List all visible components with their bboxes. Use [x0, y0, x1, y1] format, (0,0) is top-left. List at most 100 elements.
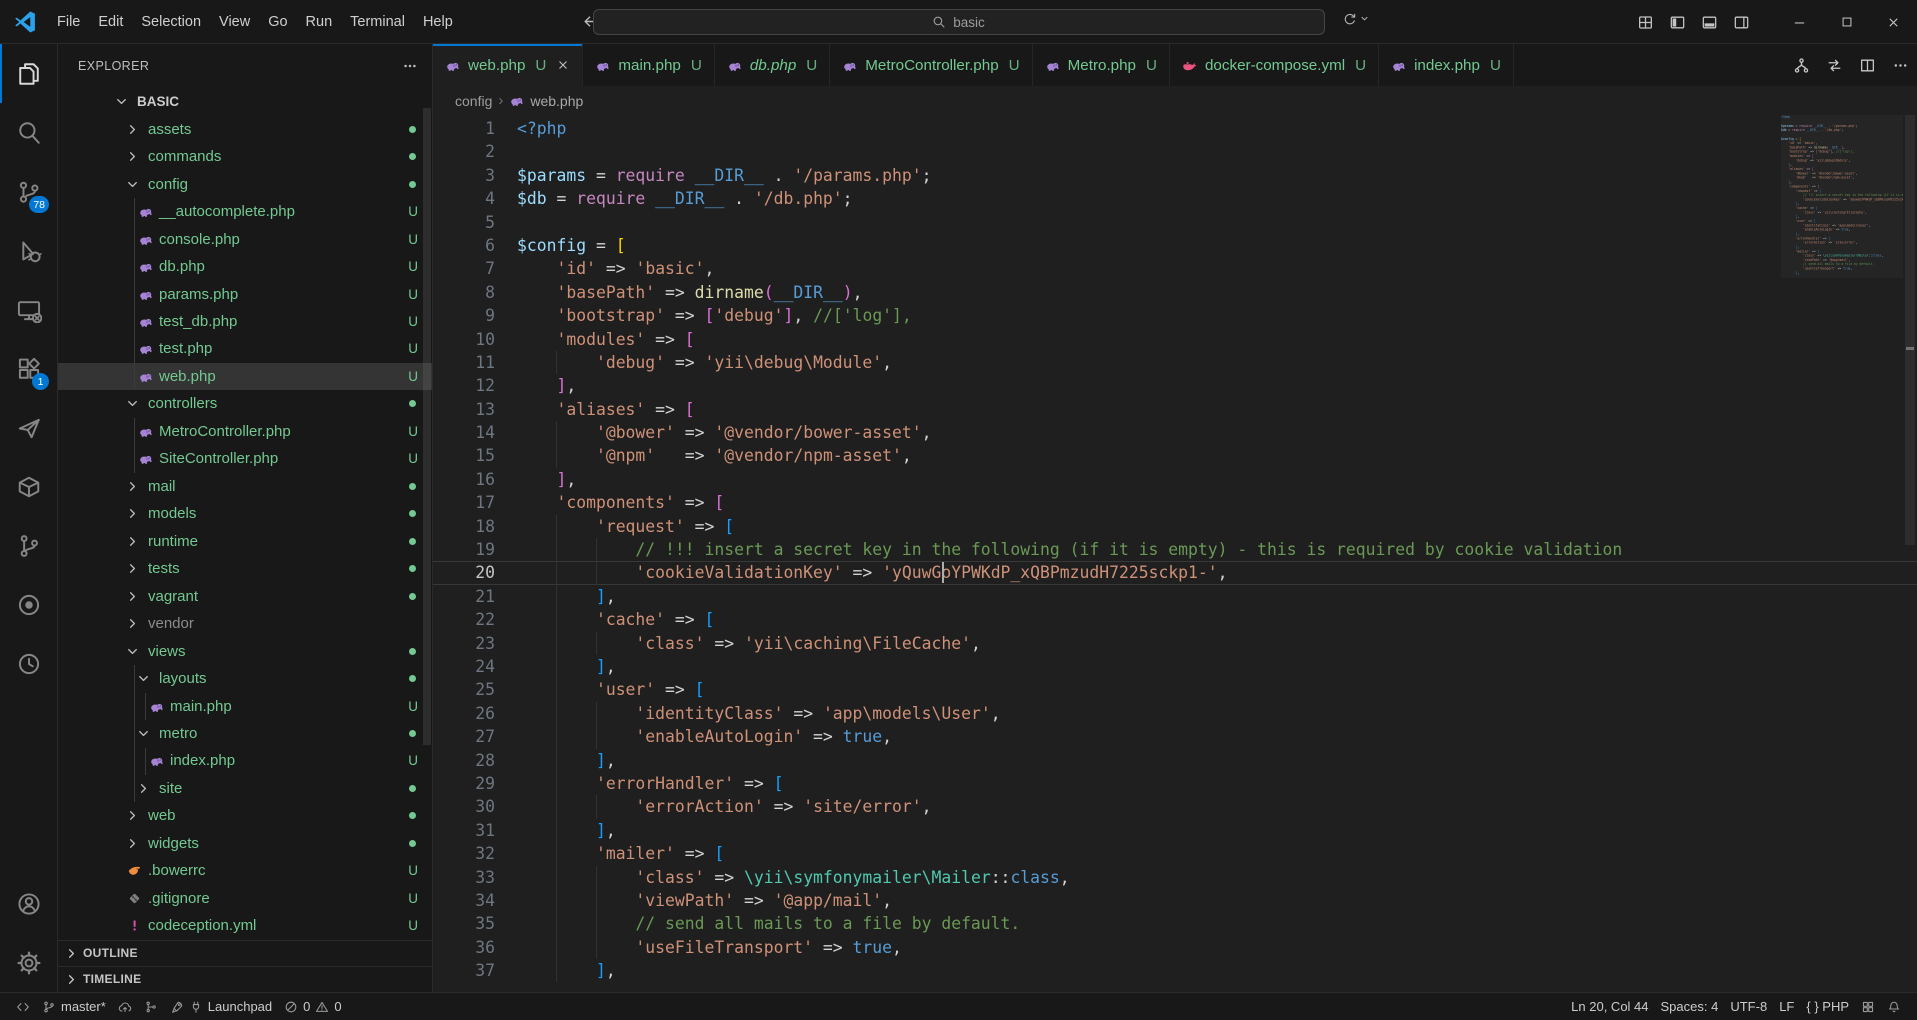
code-line-12[interactable]: 12 ], — [433, 374, 1917, 397]
tree-item-tests[interactable]: tests — [58, 555, 432, 582]
code-line-1[interactable]: 1<?php — [433, 117, 1917, 140]
toggle-panel-icon[interactable] — [1701, 14, 1718, 31]
close-tab-icon[interactable] — [556, 58, 570, 72]
minimap[interactable]: 1<?php23$params = require __DIR__ . '/pa… — [1781, 115, 1903, 535]
more-actions-icon[interactable] — [1892, 57, 1909, 74]
menu-go[interactable]: Go — [259, 7, 296, 37]
open-changes-icon[interactable] — [1826, 57, 1843, 74]
window-maximize-button[interactable] — [1823, 0, 1870, 44]
code-line-4[interactable]: 4$db = require __DIR__ . '/db.php'; — [433, 187, 1917, 210]
code-line-25[interactable]: 25 'user' => [ — [433, 678, 1917, 701]
menu-view[interactable]: View — [210, 7, 259, 37]
activity-item-git-graph[interactable] — [0, 516, 57, 575]
status-problems[interactable]: 00 — [278, 993, 347, 1020]
code-line-27[interactable]: 27 'enableAutoLogin' => true, — [433, 725, 1917, 748]
tree-item-codeception.yml[interactable]: codeception.ymlU — [58, 912, 432, 939]
code-line-35[interactable]: 35 // send all mails to a file by defaul… — [433, 912, 1917, 935]
command-center-search[interactable]: basic — [593, 9, 1325, 35]
code-line-23[interactable]: 23 'class' => 'yii\caching\FileCache', — [433, 632, 1917, 655]
activity-item-history[interactable] — [0, 634, 57, 693]
activity-item-run-debug[interactable] — [0, 221, 57, 280]
status-extension-status[interactable] — [1855, 993, 1881, 1020]
activity-item-settings[interactable] — [0, 933, 57, 992]
section-timeline[interactable]: TIMELINE — [58, 966, 432, 992]
code-line-31[interactable]: 31 ], — [433, 819, 1917, 842]
code-line-37[interactable]: 37 ], — [433, 959, 1917, 982]
tree-item-views[interactable]: views — [58, 637, 432, 664]
tree-item-config[interactable]: config — [58, 170, 432, 197]
code-line-32[interactable]: 32 'mailer' => [ — [433, 842, 1917, 865]
code-line-11[interactable]: 11 'debug' => 'yii\debug\Module', — [433, 351, 1917, 374]
menu-file[interactable]: File — [48, 7, 89, 37]
status-eol-sequence[interactable]: LF — [1773, 993, 1800, 1020]
tree-item-.bowerrc[interactable]: .bowerrcU — [58, 857, 432, 884]
tree-item-vagrant[interactable]: vagrant — [58, 582, 432, 609]
code-line-3[interactable]: 3$params = require __DIR__ . '/params.ph… — [433, 164, 1917, 187]
code-line-34[interactable]: 34 'viewPath' => '@app/mail', — [433, 889, 1917, 912]
activity-item-database[interactable] — [0, 575, 57, 634]
tab-MetroController.php[interactable]: MetroController.php U — [830, 44, 1032, 86]
tree-item-models[interactable]: models — [58, 500, 432, 527]
activity-item-remote-explorer[interactable] — [0, 280, 57, 339]
layout-switcher-icon[interactable] — [1342, 11, 1370, 26]
code-line-5[interactable]: 5 — [433, 211, 1917, 234]
menu-terminal[interactable]: Terminal — [341, 7, 414, 37]
tab-main.php[interactable]: main.php U — [583, 44, 714, 86]
sidebar-scrollbar[interactable] — [423, 108, 431, 745]
window-close-button[interactable] — [1870, 0, 1917, 44]
editor-scrollbar[interactable] — [1903, 115, 1917, 992]
code-line-21[interactable]: 21 ], — [433, 585, 1917, 608]
code-line-36[interactable]: 36 'useFileTransport' => true, — [433, 936, 1917, 959]
window-minimize-button[interactable] — [1776, 0, 1823, 44]
breadcrumb[interactable]: config › web.php — [433, 86, 1917, 115]
source-control-graph-icon[interactable] — [1793, 57, 1810, 74]
tree-item-MetroController.php[interactable]: MetroController.phpU — [58, 418, 432, 445]
code-line-9[interactable]: 9 'bootstrap' => ['debug'], //['log'], — [433, 304, 1917, 327]
tree-item-assets[interactable]: assets — [58, 115, 432, 142]
code-editor[interactable]: 1<?php23$params = require __DIR__ . '/pa… — [433, 115, 1917, 992]
tree-item-web[interactable]: web — [58, 802, 432, 829]
code-line-6[interactable]: 6$config = [ — [433, 234, 1917, 257]
activity-item-explorer[interactable] — [0, 44, 57, 103]
tab-db.php[interactable]: db.php U — [715, 44, 830, 86]
code-line-8[interactable]: 8 'basePath' => dirname(__DIR__), — [433, 281, 1917, 304]
activity-item-accounts[interactable] — [0, 874, 57, 933]
tree-item-site[interactable]: site — [58, 775, 432, 802]
tree-item-commands[interactable]: commands — [58, 143, 432, 170]
tree-item-metro[interactable]: metro — [58, 720, 432, 747]
status-launchpad[interactable]: Launchpad — [164, 993, 278, 1020]
activity-item-containers[interactable] — [0, 457, 57, 516]
tab-Metro.php[interactable]: Metro.php U — [1033, 44, 1170, 86]
split-editor-icon[interactable] — [1859, 57, 1876, 74]
tab-web.php[interactable]: web.php U — [433, 44, 583, 86]
tree-item-layouts[interactable]: layouts — [58, 665, 432, 692]
toggle-primary-sidebar-icon[interactable] — [1669, 14, 1686, 31]
tree-item-vendor[interactable]: vendor — [58, 610, 432, 637]
code-line-29[interactable]: 29 'errorHandler' => [ — [433, 772, 1917, 795]
code-line-16[interactable]: 16 ], — [433, 468, 1917, 491]
breadcrumb-folder[interactable]: config — [455, 93, 492, 109]
tree-item-BASIC[interactable]: BASIC — [58, 88, 432, 115]
breadcrumb-file[interactable]: web.php — [530, 93, 583, 109]
tree-item-test.php[interactable]: test.phpU — [58, 335, 432, 362]
status-cursor-position[interactable]: Ln 20, Col 44 — [1565, 993, 1654, 1020]
section-outline[interactable]: OUTLINE — [58, 940, 432, 966]
menu-help[interactable]: Help — [414, 7, 462, 37]
code-line-19[interactable]: 19 // !!! insert a secret key in the fol… — [433, 538, 1917, 561]
menu-selection[interactable]: Selection — [132, 7, 210, 37]
toggle-secondary-sidebar-icon[interactable] — [1733, 14, 1750, 31]
tab-docker-compose.yml[interactable]: docker-compose.yml U — [1170, 44, 1379, 86]
status-notifications[interactable] — [1881, 993, 1907, 1020]
code-line-26[interactable]: 26 'identityClass' => 'app\models\User', — [433, 702, 1917, 725]
tree-item-console.php[interactable]: console.phpU — [58, 225, 432, 252]
tree-item-web.php[interactable]: web.phpU — [58, 363, 432, 390]
activity-item-source-control[interactable]: 78 — [0, 162, 57, 221]
code-line-10[interactable]: 10 'modules' => [ — [433, 328, 1917, 351]
tree-item-db.php[interactable]: db.phpU — [58, 253, 432, 280]
tree-item-params.php[interactable]: params.phpU — [58, 280, 432, 307]
code-line-15[interactable]: 15 '@npm' => '@vendor/npm-asset', — [433, 444, 1917, 467]
activity-item-search[interactable] — [0, 103, 57, 162]
status-language-mode[interactable]: { } PHP — [1800, 993, 1855, 1020]
code-line-24[interactable]: 24 ], — [433, 655, 1917, 678]
tree-item-runtime[interactable]: runtime — [58, 528, 432, 555]
